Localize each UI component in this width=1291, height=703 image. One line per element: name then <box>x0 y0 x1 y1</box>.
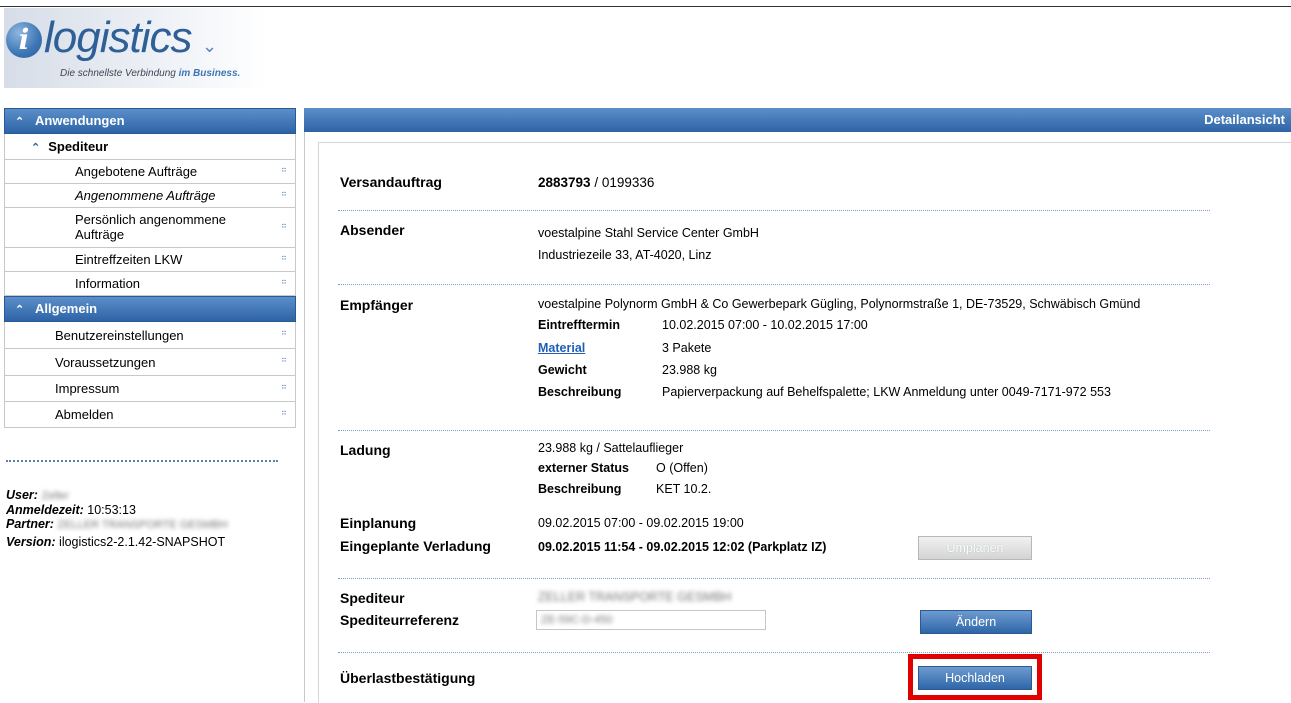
grip-dots-icon: ⠶ <box>281 220 287 230</box>
spediteur-value: ZELLER TRANSPORTE GESMBH <box>538 590 732 604</box>
detail-view-header: Detailansicht <box>304 108 1291 132</box>
grip-dots-icon: ⠶ <box>281 252 287 262</box>
aendern-button[interactable]: Ändern <box>920 610 1032 634</box>
grip-dots-icon: ⠶ <box>281 381 287 391</box>
menu-anwendungen: ⌃ Spediteur Angebotene Aufträge ⠶ Angenom… <box>4 134 296 296</box>
sidebar-item-benutzereinstellungen[interactable]: Benutzereinstellungen ⠶ <box>5 322 295 349</box>
section-header-anwendungen[interactable]: ⌃ Anwendungen <box>4 108 296 134</box>
spediteurreferenz-label: Spediteurreferenz <box>340 612 460 628</box>
sidebar-item-angenommene-auftraege[interactable]: Angenommene Aufträge ⠶ <box>5 184 295 208</box>
ladung-beschreibung-value: KET 10.2. <box>656 482 712 496</box>
collapse-chevron-icon: ⌃ <box>31 142 41 154</box>
beschreibung-label: Beschreibung <box>538 385 622 399</box>
grip-dots-icon: ⠶ <box>281 355 287 364</box>
ueberlastbestaetigung-label: Überlastbestätigung <box>340 670 476 686</box>
ladung-value: 23.988 kg / Sattelauflieger <box>538 441 684 455</box>
gewicht-label: Gewicht <box>538 363 587 377</box>
einplanung-label: Einplanung <box>340 515 417 531</box>
logo-swoosh-icon: ⌄ <box>202 36 218 56</box>
einplanung-value: 09.02.2015 07:00 - 09.02.2015 19:00 <box>538 516 744 530</box>
detail-card <box>318 142 1291 703</box>
grip-dots-icon: ⠶ <box>281 188 287 198</box>
collapse-chevron-icon: ⌃ <box>15 116 25 128</box>
version-line: Version: ilogistics2-2.1.42-SNAPSHOT <box>6 535 226 549</box>
material-value: 3 Pakete <box>662 341 712 355</box>
logo-i-icon: i <box>6 22 42 58</box>
sidebar-item-angebotene-auftraege[interactable]: Angebotene Aufträge ⠶ <box>5 160 295 184</box>
externer-status-value: O (Offen) <box>656 461 708 475</box>
sidebar-item-voraussetzungen[interactable]: Voraussetzungen ⠶ <box>5 349 295 376</box>
externer-status-label: externer Status <box>538 461 630 475</box>
sidebar-item-abmelden[interactable]: Abmelden ⠶ <box>5 402 295 428</box>
sidebar-divider <box>6 460 278 462</box>
umplanen-button[interactable]: Umplanen <box>918 536 1032 560</box>
material-link[interactable]: Material <box>538 341 585 355</box>
partner-line: Partner: ZELLER TRANSPORTE GESMBH <box>6 517 228 531</box>
ladung-beschreibung-label: Beschreibung <box>538 482 622 496</box>
divider <box>338 578 1210 579</box>
ladung-label: Ladung <box>340 442 391 458</box>
divider <box>338 430 1210 431</box>
versandauftrag-label: Versandauftrag <box>340 174 442 190</box>
grip-dots-icon: ⠶ <box>281 328 287 337</box>
collapse-chevron-icon: ⌃ <box>15 304 25 316</box>
logo-wordmark: logistics <box>44 13 192 62</box>
spediteur-label: Spediteur <box>340 590 405 606</box>
eintrefftermin-label: Eintrefftermin <box>538 318 620 332</box>
divider <box>338 210 1210 211</box>
sidebar-subheader-spediteur[interactable]: ⌃ Spediteur <box>5 134 295 160</box>
empfaenger-address: voestalpine Polynorm GmbH & Co Gewerbepa… <box>538 297 1141 311</box>
sidebar-item-eintreffzeiten-lkw[interactable]: Eintreffzeiten LKW ⠶ <box>5 248 295 272</box>
grip-dots-icon: ⠶ <box>281 164 287 174</box>
grip-dots-icon: ⠶ <box>281 407 287 417</box>
divider <box>338 652 1210 653</box>
user-info: User: Zeller Anmeldezeit: 10:53:13 Partn… <box>6 488 228 549</box>
main-panel-border <box>304 132 305 702</box>
beschreibung-value: Papierverpackung auf Behelfspalette; LKW… <box>662 385 1111 399</box>
user-line: User: Zeller <box>6 488 69 502</box>
menu-allgemein: Benutzereinstellungen ⠶ Voraussetzungen … <box>4 322 296 428</box>
eintrefftermin-value: 10.02.2015 07:00 - 10.02.2015 17:00 <box>662 318 868 332</box>
grip-dots-icon: ⠶ <box>281 276 287 286</box>
absender-name: voestalpine Stahl Service Center GmbH <box>538 226 759 240</box>
section-header-allgemein[interactable]: ⌃ Allgemein <box>4 296 296 322</box>
logo-tagline: Die schnellste Verbindung im Business. <box>60 68 241 79</box>
ilogistics-logo: i logistics ⌄ Die schnellste Verbindung … <box>4 8 266 88</box>
sidebar-item-persoenlich-angenommene-auftraege[interactable]: Persönlich angenommene Aufträge ⠶ <box>5 208 295 248</box>
empfaenger-label: Empfänger <box>340 297 414 313</box>
absender-address: Industriezeile 33, AT-4020, Linz <box>538 248 712 262</box>
top-border-line <box>0 6 1291 7</box>
spediteurreferenz-input[interactable]: ZE-59C-D-450 <box>536 610 766 630</box>
sidebar-item-impressum[interactable]: Impressum ⠶ <box>5 376 295 402</box>
sidebar-item-information[interactable]: Information ⠶ <box>5 272 295 296</box>
login-time-line: Anmeldezeit: 10:53:13 <box>6 503 136 517</box>
eingeplante-verladung-label: Eingeplante Verladung <box>340 538 491 554</box>
versandauftrag-value: 2883793 / 0199336 <box>538 175 655 190</box>
hochladen-highlight-box <box>908 654 1042 700</box>
absender-label: Absender <box>340 222 405 238</box>
divider <box>338 284 1210 285</box>
eingeplante-verladung-value: 09.02.2015 11:54 - 09.02.2015 12:02 (Par… <box>538 540 827 554</box>
gewicht-value: 23.988 kg <box>662 363 717 377</box>
sidebar: ⌃ Anwendungen ⌃ Spediteur Angebotene Auftr… <box>4 108 296 428</box>
